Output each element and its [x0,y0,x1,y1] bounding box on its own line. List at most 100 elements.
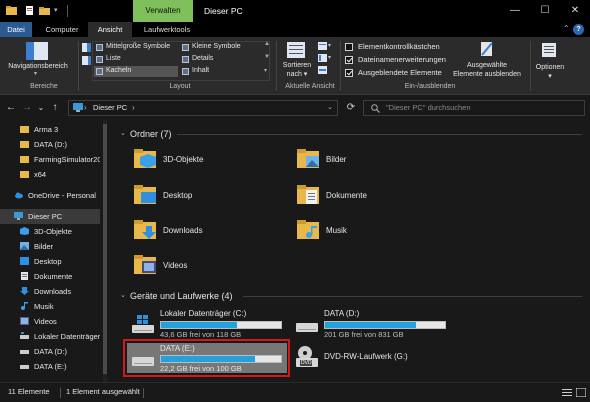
details-view-icon[interactable] [562,388,572,397]
drive-d[interactable]: DATA (D:) 201 GB frei von 831 GB [291,309,456,339]
properties-icon[interactable] [24,5,35,16]
sort-by-button[interactable]: Sortieren nach ▾ [280,61,314,79]
sidebar-item-x64[interactable]: x64 [0,167,100,182]
options-button[interactable]: Optionen ▾ [532,63,568,81]
group-label-panes: Bereiche [30,83,58,90]
up-button[interactable]: ↑ [48,101,62,114]
hidden-items-checkbox[interactable] [345,69,353,77]
tab-ansicht[interactable]: Ansicht [88,22,132,37]
explorer-folder-icon[interactable] [6,5,17,16]
sidebar-item-data-e[interactable]: DATA (E:) [0,359,100,374]
hide-selected-button[interactable]: Ausgewählte Elemente ausblenden [446,61,528,79]
section-header-drives[interactable]: ⌄ Geräte und Laufwerke (4) [115,287,585,305]
sidebar-scrollbar-thumb[interactable] [103,124,107,374]
sidebar-item-desktop[interactable]: Desktop [0,254,100,269]
forward-button[interactable]: → [20,101,34,114]
sidebar-item-videos[interactable]: Videos [0,314,100,329]
add-columns-dropdown-icon[interactable]: ▾ [328,54,331,61]
layout-content[interactable]: Inhalt [180,66,260,77]
new-folder-icon[interactable] [39,5,50,16]
item-checkboxes-checkbox[interactable] [345,43,353,51]
layout-small-icons[interactable]: Kleine Symbole [180,42,260,53]
details-pane-icon[interactable] [82,56,91,65]
folder-downloads[interactable]: Downloads [130,217,280,247]
content-icon [182,68,189,75]
preview-pane-icon[interactable] [82,43,91,52]
list-icon [96,56,103,63]
back-button[interactable]: ← [4,101,18,114]
title-divider [67,5,68,17]
sidebar-item-bilder[interactable]: Bilder [0,239,100,254]
folder-dokumente[interactable]: Dokumente [293,182,443,212]
checkbox-file-extensions[interactable]: Dateinamenerweiterungen [345,55,446,65]
sidebar-item-data-d[interactable]: DATA (D:) [0,344,100,359]
computer-icon [73,103,83,112]
dvd-badge: DVD [301,360,312,366]
size-columns-icon[interactable] [318,66,327,74]
layout-details[interactable]: Details [180,54,260,65]
group-by-dropdown-icon[interactable]: ▾ [328,42,331,49]
ribbon-collapse-icon[interactable]: ⌃ [563,24,570,33]
folder-musik[interactable]: Musik [293,217,443,247]
layout-scroll-up-icon[interactable]: ▲ [264,41,270,47]
sidebar-item-lokaler-datentraeger[interactable]: Lokaler Datenträger [0,329,100,344]
drive-g-dvd[interactable]: DVD DVD-RW-Laufwerk (G:) [291,343,456,373]
tab-datei[interactable]: Datei [0,22,32,37]
breadcrumb-chevron[interactable]: › [132,101,135,115]
sidebar-item-downloads[interactable]: Downloads [0,284,100,299]
layout-list[interactable]: Liste [94,54,178,65]
help-icon[interactable]: ? [573,24,584,35]
navigation-pane-icon[interactable] [26,42,48,60]
sidebar-item-3d-objekte[interactable]: 3D-Objekte [0,224,100,239]
navigation-pane-button[interactable]: Navigationsbereich [2,62,74,71]
quick-access-dropdown-icon[interactable]: ▾ [54,5,65,16]
layout-more-icon[interactable]: ▾ [264,67,267,74]
search-input[interactable]: "Dieser PC" durchsuchen [363,100,585,116]
minimize-button[interactable]: — [500,0,530,22]
section-header-folders[interactable]: ⌄ Ordner (7) [115,125,585,143]
recent-locations-button[interactable]: ⌄ [34,101,48,114]
maximize-button[interactable]: ☐ [530,0,560,22]
navigation-pane-dropdown-icon[interactable]: ▾ [34,70,37,77]
sidebar-item-arma-3[interactable]: Arma 3 [0,122,100,137]
drive-c[interactable]: Lokaler Datenträger (C:) 43,6 GB frei vo… [127,309,292,339]
folder-icon [20,141,29,148]
pictures-icon [20,242,29,250]
context-tab-manage[interactable]: Verwalten [133,0,193,22]
breadcrumb-dieser-pc[interactable]: Dieser PC [93,101,127,115]
close-button[interactable]: ✕ [560,0,590,22]
layout-medium-icons[interactable]: Mittelgroße Symbole [94,42,178,53]
layout-scroll-down-icon[interactable]: ▼ [264,54,270,60]
sidebar-item-farmingsimulator[interactable]: FarmingSimulator20 [0,152,100,167]
address-dropdown-icon[interactable]: ⌄ [327,101,333,115]
layout-tiles[interactable]: Kacheln [94,66,178,77]
folder-3d-objekte[interactable]: 3D-Objekte [130,146,280,176]
sidebar-scrollbar[interactable] [103,120,107,382]
tab-laufwerktools[interactable]: Laufwerktools [136,22,198,37]
options-icon[interactable] [541,42,557,58]
sidebar-item-dokumente[interactable]: Dokumente [0,269,100,284]
group-by-icon[interactable] [318,42,327,50]
sidebar-item-dieser-pc[interactable]: Dieser PC [0,209,100,224]
sidebar-item-data-d-pinned[interactable]: DATA (D:) [0,137,100,152]
collapse-chevron-icon[interactable]: ⌄ [120,287,126,305]
checkbox-item-checkboxes[interactable]: Elementkontrollkästchen [345,42,440,52]
breadcrumb-chevron[interactable]: › [84,101,87,115]
group-label-current-view: Aktuelle Ansicht [285,83,335,90]
hide-selected-icon[interactable] [480,41,494,58]
sidebar-item-onedrive[interactable]: OneDrive - Personal [0,188,100,203]
file-extensions-checkbox[interactable] [345,56,353,64]
large-icons-view-icon[interactable] [576,388,586,397]
checkbox-hidden-items[interactable]: Ausgeblendete Elemente [345,68,442,78]
tab-computer[interactable]: Computer [38,22,86,37]
folder-bilder[interactable]: Bilder [293,146,443,176]
address-bar[interactable]: › Dieser PC › ⌄ [68,100,338,116]
address-row: ← → ⌄ ↑ › Dieser PC › ⌄ ⟳ "Dieser PC" du… [0,96,590,120]
folder-videos[interactable]: Videos [130,252,280,282]
refresh-icon[interactable]: ⟳ [343,100,359,116]
sort-by-icon[interactable] [287,42,305,58]
sidebar-item-musik[interactable]: Musik [0,299,100,314]
collapse-chevron-icon[interactable]: ⌄ [120,125,126,143]
folder-desktop[interactable]: Desktop [130,182,280,212]
add-columns-icon[interactable] [318,54,327,62]
